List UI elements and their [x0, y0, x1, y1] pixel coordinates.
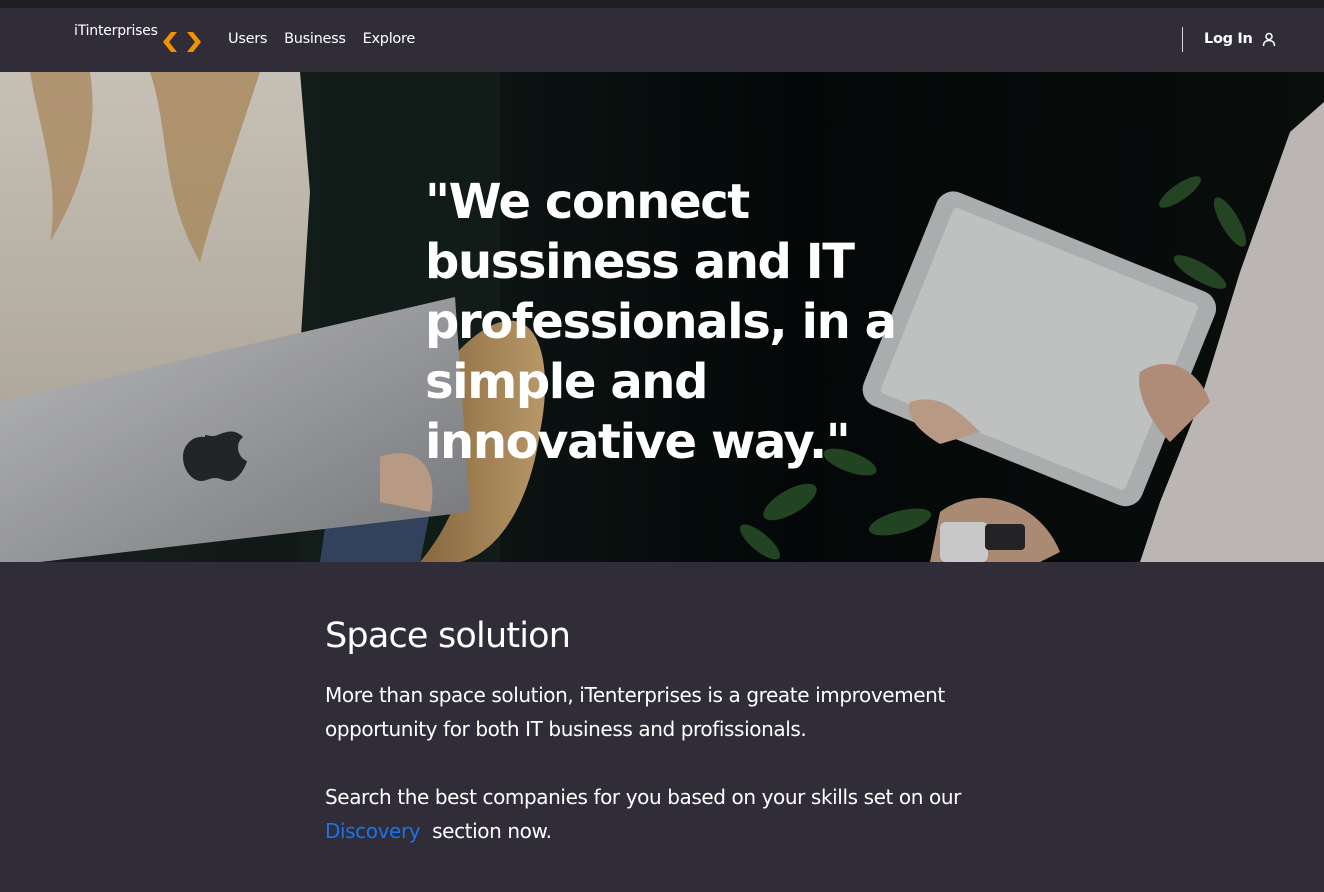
nav-link-business[interactable]: Business — [284, 31, 346, 47]
login-label: Log In — [1204, 31, 1253, 47]
hero-banner: "We connect bussiness and IT professiona… — [0, 72, 1324, 562]
paragraph-2-text-after: section now. — [432, 819, 552, 843]
login-button[interactable]: Log In — [1204, 31, 1276, 47]
discovery-link[interactable]: Discovery — [325, 819, 421, 843]
top-navbar: iTinterprises Users Business Explore Log… — [0, 8, 1324, 72]
paragraph-2-text-before: Search the best companies for you based … — [325, 785, 961, 809]
code-arrows-icon — [162, 32, 201, 52]
nav-links: Users Business Explore — [228, 31, 415, 47]
section-paragraph-2: Search the best companies for you based … — [325, 780, 1025, 848]
browser-top-strip — [0, 0, 1324, 8]
user-icon — [1262, 32, 1275, 46]
nav-link-explore[interactable]: Explore — [363, 31, 416, 47]
nav-link-users[interactable]: Users — [228, 31, 267, 47]
section-title: Space solution — [325, 616, 571, 656]
brand-logo-link[interactable]: iTinterprises — [74, 23, 202, 53]
hero-quote: "We connect bussiness and IT professiona… — [425, 174, 897, 470]
nav-divider — [1182, 27, 1183, 52]
section-paragraph-1: More than space solution, iTenterprises … — [325, 683, 945, 741]
brand-name: iTinterprises — [74, 23, 158, 39]
space-solution-section: Space solution More than space solution,… — [325, 612, 1025, 848]
